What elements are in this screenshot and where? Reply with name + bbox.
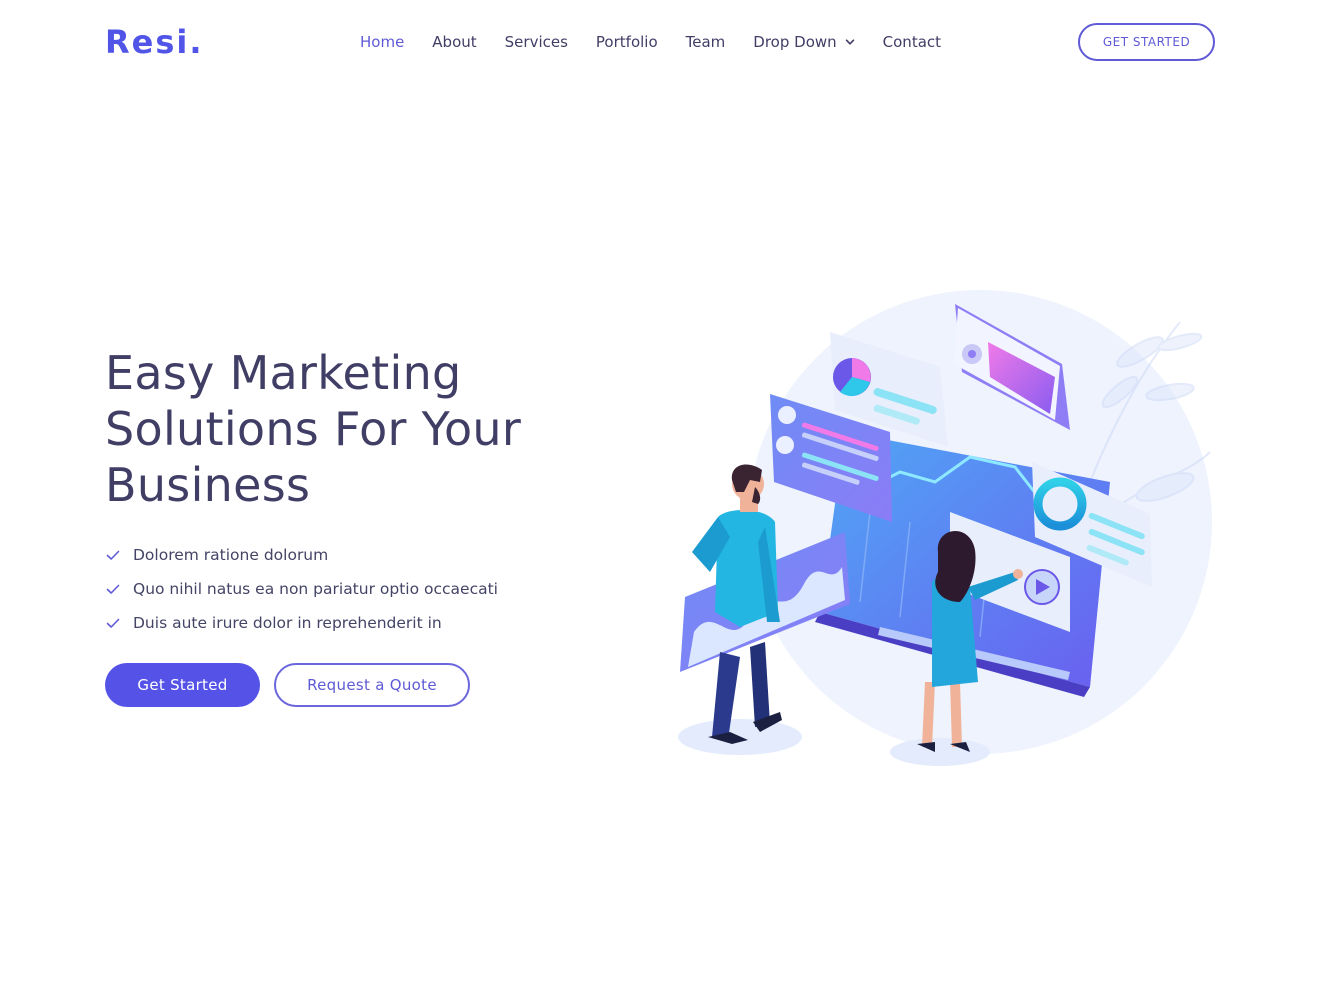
hero-title-line-2: Solutions For Your <box>105 402 522 456</box>
nav-portfolio-label: Portfolio <box>595 33 658 51</box>
brand-logo[interactable]: Resi. <box>105 22 204 62</box>
feature-text: Duis aute irure dolor in reprehenderit i… <box>133 614 442 632</box>
hero-title: Easy Marketing Solutions For Your Busine… <box>105 345 625 513</box>
feature-item: Quo nihil natus ea non pariatur optio oc… <box>105 572 498 606</box>
nav-dropdown[interactable]: Drop Down <box>753 33 854 51</box>
get-started-button[interactable]: Get Started <box>105 663 260 707</box>
hero-illustration <box>678 290 1212 766</box>
nav-team[interactable]: Team <box>686 33 726 51</box>
feature-list: Dolorem ratione dolorum Quo nihil natus … <box>105 538 498 640</box>
check-icon <box>106 618 120 628</box>
nav-team-label: Team <box>685 33 726 51</box>
nav-home[interactable]: Home <box>360 33 404 51</box>
chevron-down-icon <box>845 39 854 45</box>
nav-dropdown-label: Drop Down <box>753 33 837 51</box>
request-quote-button[interactable]: Request a Quote <box>274 663 470 707</box>
nav-contact[interactable]: Contact <box>883 33 941 51</box>
feature-item: Dolorem ratione dolorum <box>105 538 498 572</box>
header-get-started-button[interactable]: GET STARTED <box>1078 23 1215 61</box>
site-header: Resi. Home About Services Portfolio Team… <box>0 0 1320 84</box>
main-nav: Home About Services Portfolio Team Drop … <box>360 28 941 56</box>
nav-about[interactable]: About <box>432 33 476 51</box>
nav-services-label: Services <box>504 33 568 51</box>
nav-portfolio[interactable]: Portfolio <box>596 33 658 51</box>
nav-services[interactable]: Services <box>505 33 568 51</box>
hero-title-line-3: Business <box>105 458 311 512</box>
feature-item: Duis aute irure dolor in reprehenderit i… <box>105 606 498 640</box>
check-icon <box>106 584 120 594</box>
hero-title-line-1: Easy Marketing <box>105 346 462 400</box>
feature-text: Quo nihil natus ea non pariatur optio oc… <box>133 580 498 598</box>
nav-home-label: Home <box>360 33 405 51</box>
nav-contact-label: Contact <box>882 33 942 51</box>
feature-text: Dolorem ratione dolorum <box>133 546 329 564</box>
nav-about-label: About <box>432 33 477 51</box>
check-icon <box>106 550 120 560</box>
